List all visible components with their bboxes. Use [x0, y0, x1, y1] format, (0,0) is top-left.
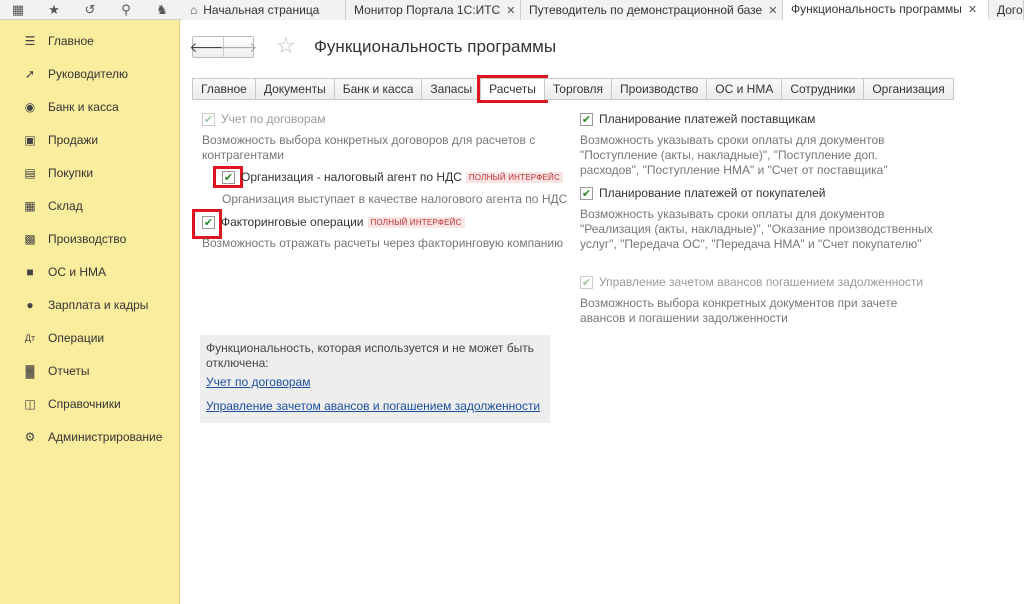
- notifications-bell-icon[interactable]: ♞: [144, 0, 180, 20]
- gear-icon: ⚙: [24, 429, 36, 444]
- tab-inventory[interactable]: Запасы: [421, 78, 482, 100]
- warehouse-icon: ▦: [24, 198, 36, 213]
- top-toolbar: ▦ ★ ↺ ⚲ ♞: [0, 0, 180, 20]
- close-icon[interactable]: ✕: [968, 3, 977, 16]
- section-tabs: Главное Документы Банк и касса Запасы Ра…: [192, 75, 954, 103]
- advances-description: Возможность выбора конкретных документов…: [580, 296, 898, 325]
- sidebar: ☰ Главное ➚ Руководителю ◉ Банк и касса ▣ Пр…: [0, 20, 180, 604]
- menu-lines-icon: ☰: [24, 33, 36, 48]
- tax-agent-description: Организация выступает в качестве налогов…: [222, 192, 568, 206]
- contracts-description: Возможность выбора конкретных договоров …: [202, 133, 536, 162]
- factoring-description: Возможность отражать расчеты через факто…: [202, 236, 564, 250]
- advances-link[interactable]: Управление зачетом авансов и погашением …: [206, 399, 544, 413]
- window-tab-home[interactable]: ⌂ Начальная страница: [182, 0, 346, 20]
- apps-grid-icon[interactable]: ▦: [0, 0, 36, 20]
- home-icon: ⌂: [190, 3, 198, 17]
- contracts-checkbox: ✔: [202, 112, 215, 126]
- window-tab-contracts[interactable]: Дого: [989, 0, 1024, 20]
- nav-buttons: 🡐 🡒: [189, 36, 257, 58]
- sidebar-item-purchases[interactable]: ▤ Покупки: [0, 156, 179, 189]
- tab-production[interactable]: Производство: [611, 78, 708, 100]
- sidebar-item-warehouse[interactable]: ▦ Склад: [0, 189, 179, 222]
- close-icon[interactable]: ✕: [768, 4, 777, 17]
- close-icon[interactable]: ✕: [506, 4, 515, 17]
- tab-employees[interactable]: Сотрудники: [781, 78, 865, 100]
- book-icon: ◫: [24, 396, 36, 411]
- customer-payments-description: Возможность указывать сроки оплаты для д…: [580, 207, 933, 251]
- contracts-link[interactable]: Учет по договорам: [206, 375, 544, 389]
- tab-organization[interactable]: Организация: [863, 78, 954, 100]
- favorites-star-icon[interactable]: ★: [36, 0, 72, 20]
- debit-credit-icon: Дт: [24, 332, 36, 343]
- trend-icon: ➚: [24, 66, 36, 81]
- window-tab-demo-guide[interactable]: Путеводитель по демонстрационной базе ✕: [521, 0, 783, 20]
- customer-payments-option: ✔ Планирование платежей от покупателей: [580, 186, 826, 200]
- advances-checkbox: ✔: [580, 275, 593, 289]
- search-icon[interactable]: ⚲: [108, 0, 144, 20]
- sidebar-item-sales[interactable]: ▣ Продажи: [0, 123, 179, 156]
- forward-button[interactable]: 🡒: [220, 37, 257, 57]
- supplier-payments-description: Возможность указывать сроки оплаты для д…: [580, 133, 888, 177]
- full-interface-badge: ПОЛНЫЙ ИНТЕРФЕЙС: [367, 216, 465, 228]
- sidebar-item-reports[interactable]: ▓ Отчеты: [0, 354, 179, 387]
- tab-main[interactable]: Главное: [192, 78, 256, 100]
- sidebar-item-production[interactable]: ▩ Производство: [0, 222, 179, 255]
- tax-agent-checkbox[interactable]: ✔: [222, 170, 235, 184]
- contracts-option: ✔ Учет по договорам: [202, 112, 326, 126]
- arrow-right-icon: 🡒: [219, 38, 258, 55]
- sidebar-item-assets[interactable]: ■ ОС и НМА: [0, 255, 179, 288]
- window-tab-functionality[interactable]: Функциональность программы ✕: [783, 0, 989, 20]
- sidebar-item-bank[interactable]: ◉ Банк и касса: [0, 90, 179, 123]
- supplier-payments-option: ✔ Планирование платежей поставщикам: [580, 112, 816, 126]
- sidebar-item-catalogs[interactable]: ◫ Справочники: [0, 387, 179, 420]
- sidebar-item-main[interactable]: ☰ Главное: [0, 24, 179, 57]
- factoring-checkbox[interactable]: ✔: [202, 215, 215, 229]
- bar-chart-icon: ▓: [25, 363, 35, 378]
- ruble-coin-icon: ◉: [24, 99, 36, 114]
- page-title: Функциональность программы: [314, 37, 557, 56]
- supplier-payments-checkbox[interactable]: ✔: [580, 112, 593, 126]
- people-icon: ●: [26, 297, 34, 312]
- full-interface-badge: ПОЛНЫЙ ИНТЕРФЕЙС: [465, 171, 563, 183]
- sidebar-item-payroll[interactable]: ● Зарплата и кадры: [0, 288, 179, 321]
- back-button[interactable]: 🡐: [189, 37, 227, 57]
- bag-icon: ▣: [24, 132, 36, 147]
- favorite-star-icon[interactable]: ☆: [276, 33, 296, 59]
- sidebar-item-manager[interactable]: ➚ Руководителю: [0, 57, 179, 90]
- sidebar-item-operations[interactable]: Дт Операции: [0, 321, 179, 354]
- factory-icon: ▩: [24, 231, 36, 246]
- truck-icon: ■: [26, 264, 34, 279]
- top-bar: ▦ ★ ↺ ⚲ ♞ ⌂ Начальная страница Монитор П…: [0, 0, 1024, 20]
- tax-agent-option: ✔ Организация - налоговый агент по НДС П…: [222, 170, 563, 184]
- customer-payments-checkbox[interactable]: ✔: [580, 186, 593, 200]
- tab-settlements[interactable]: Расчеты: [477, 75, 548, 103]
- window-tab-its-monitor[interactable]: Монитор Портала 1С:ИТС ✕: [346, 0, 521, 20]
- sidebar-item-admin[interactable]: ⚙ Администрирование: [0, 420, 179, 453]
- cart-icon: ▤: [24, 165, 36, 180]
- tab-bank[interactable]: Банк и касса: [333, 78, 423, 100]
- always-on-info-box: Функциональность, которая используется и…: [200, 335, 550, 423]
- main-content: 🡐 🡒 ☆ Функциональность программы Главное…: [180, 20, 1024, 604]
- factoring-option: ✔ Факторинговые операции ПОЛНЫЙ ИНТЕРФЕЙ…: [202, 215, 465, 229]
- window-tabs: ⌂ Начальная страница Монитор Портала 1С:…: [182, 0, 1024, 20]
- info-box-text: Функциональность, которая используется и…: [206, 341, 534, 370]
- advances-option: ✔ Управление зачетом авансов погашением …: [580, 275, 924, 289]
- tab-documents[interactable]: Документы: [254, 78, 335, 100]
- tab-trade[interactable]: Торговля: [543, 78, 613, 100]
- tab-assets[interactable]: ОС и НМА: [706, 78, 783, 100]
- history-icon[interactable]: ↺: [72, 0, 108, 20]
